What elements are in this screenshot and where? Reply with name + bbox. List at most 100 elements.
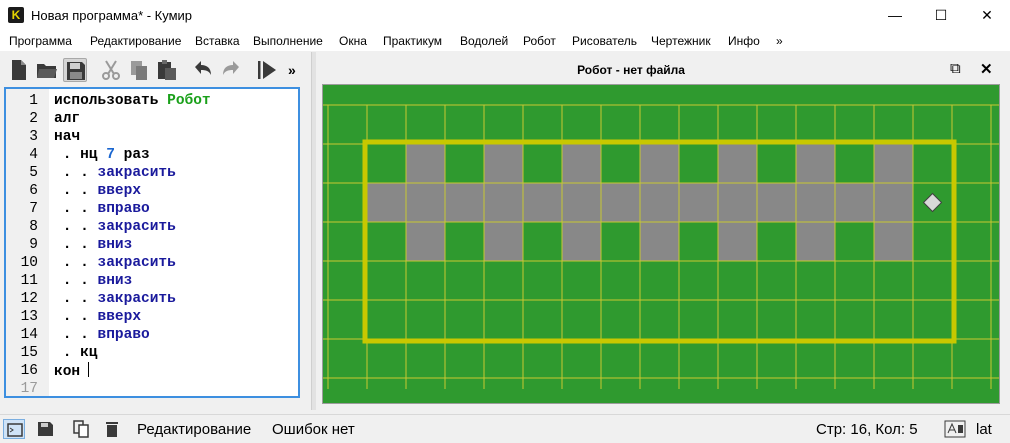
code-line[interactable]: 9 . . вниз [6, 236, 298, 254]
menu-program[interactable]: Программа [9, 34, 72, 48]
code-line[interactable]: 13 . . вверх [6, 308, 298, 326]
new-file-icon[interactable] [7, 58, 31, 82]
undo-icon[interactable] [191, 58, 215, 82]
line-number: 13 [20, 309, 38, 325]
copy-output-icon[interactable] [71, 419, 93, 439]
code-line[interactable]: 1 использовать Робот [6, 92, 298, 110]
painted-cell [835, 183, 874, 222]
error-count: Ошибок нет [272, 421, 355, 438]
code-token: вправо [97, 327, 150, 343]
code-token: раз [114, 147, 150, 163]
maximize-button[interactable]: ☐ [918, 0, 964, 31]
robot-panel-header: Робот - нет файла ⧉ ✕ [318, 58, 1010, 82]
painted-cell [718, 222, 757, 261]
indent-marker: . . [54, 255, 98, 271]
editor-scrollbar[interactable] [301, 87, 309, 398]
code-line[interactable]: 3 нач [6, 128, 298, 146]
code-token: закрасить [97, 291, 176, 307]
cut-icon[interactable] [99, 58, 123, 82]
painted-cell [796, 222, 835, 261]
menu-info[interactable]: Инфо [728, 34, 760, 48]
code-text: . . вверх [54, 308, 141, 326]
painted-cell [484, 144, 523, 183]
menu-vodoley[interactable]: Водолей [460, 34, 508, 48]
code-text: . . вправо [54, 200, 150, 218]
code-text: . . закрасить [54, 164, 176, 182]
close-panel-icon[interactable]: ✕ [980, 60, 993, 78]
code-token: нц [80, 147, 107, 163]
minimize-button[interactable]: — [872, 0, 918, 31]
save-output-icon[interactable] [35, 419, 57, 439]
indent-marker: . . [54, 165, 98, 181]
indent-marker: . . [54, 201, 98, 217]
indent-marker: . . [54, 327, 98, 343]
code-line[interactable]: 2 алг [6, 110, 298, 128]
code-line[interactable]: 14 . . вправо [6, 326, 298, 344]
window-title: Новая программа* - Кумир [31, 8, 193, 23]
code-line[interactable]: 8 . . закрасить [6, 218, 298, 236]
line-number: 11 [20, 273, 38, 289]
paste-icon[interactable] [155, 58, 179, 82]
code-editor[interactable]: 1 использовать Робот 2 алг 3 нач 4 . нц 7 раз 5… [4, 87, 300, 398]
code-line[interactable]: 6 . . вверх [6, 182, 298, 200]
painted-cell [406, 183, 445, 222]
painted-cell [367, 183, 406, 222]
code-line[interactable]: 16 кон [6, 362, 298, 380]
menu-practicum[interactable]: Практикум [383, 34, 442, 48]
indent-marker: . . [54, 183, 98, 199]
line-number: 14 [20, 327, 38, 343]
code-line[interactable]: 11 . . вниз [6, 272, 298, 290]
undock-icon[interactable]: ⧉ [950, 60, 961, 77]
line-number: 9 [29, 237, 38, 253]
painted-cell [796, 144, 835, 183]
code-token: вверх [97, 309, 142, 325]
open-folder-icon[interactable] [35, 58, 59, 82]
menu-edit[interactable]: Редактирование [90, 34, 181, 48]
code-token: закрасить [97, 255, 176, 271]
menu-bar: Программа Редактирование Вставка Выполне… [0, 31, 1010, 51]
painted-cell [445, 183, 484, 222]
menu-more[interactable]: » [776, 34, 783, 48]
copy-icon[interactable] [127, 58, 151, 82]
line-number: 15 [20, 345, 38, 361]
line-number: 6 [29, 183, 38, 199]
code-line[interactable]: 12 . . закрасить [6, 290, 298, 308]
toolbar-more[interactable]: » [288, 62, 296, 78]
code-line[interactable]: 15 . кц [6, 344, 298, 362]
robot-field [322, 84, 1000, 404]
painted-cell [640, 222, 679, 261]
clear-output-icon[interactable] [101, 419, 123, 439]
indent-marker: . . [54, 273, 98, 289]
console-toggle-icon[interactable] [3, 419, 25, 439]
painted-cell [640, 144, 679, 183]
code-line[interactable]: 7 . . вправо [6, 200, 298, 218]
code-line[interactable]: 4 . нц 7 раз [6, 146, 298, 164]
menu-insert[interactable]: Вставка [195, 34, 240, 48]
code-line[interactable]: 10 . . закрасить [6, 254, 298, 272]
save-icon[interactable] [63, 58, 87, 82]
code-line[interactable]: 17 [6, 380, 298, 398]
painted-cell [874, 222, 913, 261]
painted-cell [562, 144, 601, 183]
status-bar: Редактирование Ошибок нет Стр: 16, Кол: … [0, 414, 1010, 443]
indent-marker: . . [54, 309, 98, 325]
code-token: вниз [97, 237, 133, 253]
line-number: 7 [29, 201, 38, 217]
redo-icon[interactable] [219, 58, 243, 82]
menu-draftsman[interactable]: Чертежник [651, 34, 711, 48]
menu-robot[interactable]: Робот [523, 34, 556, 48]
menu-drawer[interactable]: Рисователь [572, 34, 637, 48]
code-token: вверх [97, 183, 142, 199]
line-number: 16 [20, 363, 38, 379]
code-text: . . вверх [54, 182, 141, 200]
menu-windows[interactable]: Окна [339, 34, 367, 48]
menu-run[interactable]: Выполнение [253, 34, 323, 48]
painted-cell [484, 222, 523, 261]
run-icon[interactable] [255, 58, 279, 82]
painted-cell [874, 144, 913, 183]
panel-splitter[interactable] [311, 52, 316, 410]
code-line[interactable]: 5 . . закрасить [6, 164, 298, 182]
close-window-button[interactable]: ✕ [964, 0, 1010, 31]
line-number: 3 [29, 129, 38, 145]
code-token: вправо [97, 201, 150, 217]
